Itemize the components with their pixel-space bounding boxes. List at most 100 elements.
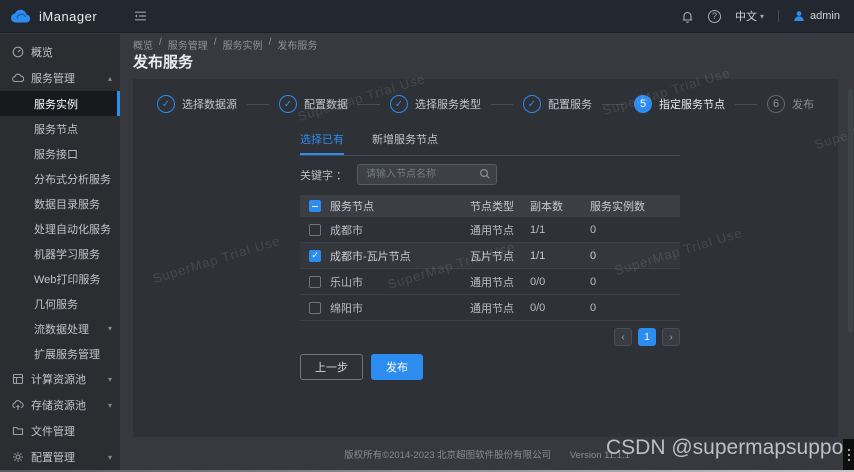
step-number: 5 (634, 95, 652, 113)
app-title: iManager (39, 9, 97, 24)
step-configure-data: 配置数据 (279, 95, 348, 113)
sidebar: 概览 服务管理 ▴ 服务实例 服务节点 服务接口 分布式分析服务 数据目录服务 … (0, 34, 120, 470)
breadcrumb-current: 发布服务 (277, 37, 317, 52)
col-node-type: 节点类型 (470, 198, 530, 214)
cloud-icon (12, 72, 24, 84)
sidebar-item-overview[interactable]: 概览 (0, 39, 120, 65)
publish-button[interactable]: 发布 (371, 354, 423, 380)
sidebar-item-stream-processing[interactable]: 流数据处理 ▾ (0, 316, 120, 341)
user-menu[interactable]: admin (793, 10, 840, 22)
step-configure-service: 配置服务 (523, 95, 592, 113)
corner-toolbar[interactable] (843, 439, 854, 470)
breadcrumb-service-instance[interactable]: 服务实例 (223, 37, 263, 52)
sidebar-item-data-catalog[interactable]: 数据目录服务 (0, 191, 120, 216)
chevron-down-icon: ▾ (108, 401, 112, 410)
collapse-menu-icon[interactable] (134, 10, 147, 22)
step-select-datasource: 选择数据源 (157, 95, 237, 113)
user-icon (793, 10, 805, 22)
prev-page-icon[interactable]: ‹ (614, 328, 632, 346)
sidebar-item-storage-pool[interactable]: 存储资源池 ▾ (0, 392, 120, 418)
col-instances: 服务实例数 (590, 198, 680, 214)
node-search-input[interactable] (357, 164, 497, 185)
table-row[interactable]: 成都市 通用节点 1/1 0 (300, 217, 680, 243)
search-icon[interactable] (479, 168, 491, 180)
sidebar-item-service-interface[interactable]: 服务接口 (0, 141, 120, 166)
chevron-down-icon: ▾ (108, 375, 112, 384)
sidebar-item-config-management[interactable]: 配置管理 ▾ (0, 444, 120, 470)
step-connector (602, 104, 624, 105)
chevron-up-icon: ▴ (108, 74, 112, 83)
help-icon[interactable]: ? (708, 10, 721, 23)
page-title: 发布服务 (133, 51, 193, 72)
table-header: 服务节点 节点类型 副本数 服务实例数 (300, 195, 680, 217)
wizard-stepper: 选择数据源 配置数据 选择服务类型 配置服务 5 指定服务节点 6 发布 (157, 95, 814, 113)
gauge-icon (12, 46, 24, 58)
sidebar-item-web-print[interactable]: Web打印服务 (0, 266, 120, 291)
version-text: Version 11.1.1 (570, 450, 630, 461)
step-number: 6 (767, 95, 785, 113)
step-connector (358, 104, 380, 105)
step-select-service-type: 选择服务类型 (390, 95, 481, 113)
sidebar-item-extended-service[interactable]: 扩展服务管理 (0, 341, 120, 366)
notification-icon[interactable] (681, 10, 694, 23)
footer: 版权所有©2014-2023 北京超图软件股份有限公司 Version 11.1… (120, 447, 854, 461)
storage-cloud-icon (12, 399, 24, 411)
step-connector (735, 104, 757, 105)
cloud-logo-icon (10, 9, 32, 24)
app-logo: iManager (0, 9, 120, 24)
pagination: ‹ 1 › (300, 328, 680, 346)
vertical-scrollbar[interactable] (848, 88, 853, 333)
step-publish: 6 发布 (767, 95, 814, 113)
sidebar-item-processing-automation[interactable]: 处理自动化服务 (0, 216, 120, 241)
sidebar-item-geometry-service[interactable]: 几何服务 (0, 291, 120, 316)
sidebar-item-file-management[interactable]: 文件管理 (0, 418, 120, 444)
sidebar-item-compute-pool[interactable]: 计算资源池 ▾ (0, 366, 120, 392)
check-icon (523, 95, 541, 113)
sidebar-item-service-instance[interactable]: 服务实例 (0, 91, 120, 116)
check-icon (157, 95, 175, 113)
breadcrumb-service-management[interactable]: 服务管理 (168, 37, 208, 52)
page-number[interactable]: 1 (638, 328, 656, 346)
username: admin (810, 10, 840, 22)
select-all-checkbox[interactable] (309, 200, 321, 212)
step-connector (491, 104, 513, 105)
step-specify-node: 5 指定服务节点 (634, 95, 725, 113)
row-checkbox[interactable] (309, 302, 321, 314)
sidebar-item-machine-learning[interactable]: 机器学习服务 (0, 241, 120, 266)
breadcrumb-separator: / (214, 37, 217, 52)
table-row[interactable]: 乐山市 通用节点 0/0 0 (300, 269, 680, 295)
language-label: 中文 (735, 8, 757, 24)
previous-step-button[interactable]: 上一步 (300, 354, 363, 380)
check-icon (279, 95, 297, 113)
chevron-down-icon: ▾ (760, 12, 764, 21)
top-bar: iManager ? 中文 ▾ admin (0, 0, 854, 33)
keyword-label: 关键字 ： (300, 167, 347, 183)
breadcrumb-overview[interactable]: 概览 (133, 37, 153, 52)
tab-select-existing[interactable]: 选择已有 (300, 131, 344, 155)
breadcrumb-separator: / (269, 37, 272, 52)
row-checkbox[interactable] (309, 276, 321, 288)
breadcrumb: 概览 / 服务管理 / 服务实例 / 发布服务 (133, 37, 317, 52)
breadcrumb-separator: / (159, 37, 162, 52)
table-row[interactable]: 成都市-瓦片节点 瓦片节点 1/1 0 (300, 243, 680, 269)
node-table: 服务节点 节点类型 副本数 服务实例数 成都市 通用节点 1/1 0 成都市-瓦… (300, 195, 680, 321)
wizard-panel: 选择数据源 配置数据 选择服务类型 配置服务 5 指定服务节点 6 发布 选择 (133, 79, 838, 437)
tab-add-service-node[interactable]: 新增服务节点 (372, 131, 438, 155)
table-row[interactable]: 绵阳市 通用节点 0/0 0 (300, 295, 680, 321)
copyright-text: 版权所有©2014-2023 北京超图软件股份有限公司 (344, 450, 551, 461)
step-connector (247, 104, 269, 105)
node-tabs: 选择已有 新增服务节点 (300, 131, 680, 156)
sidebar-item-distributed-analysis[interactable]: 分布式分析服务 (0, 166, 120, 191)
language-selector[interactable]: 中文 ▾ (735, 8, 764, 24)
divider (778, 10, 779, 22)
row-checkbox[interactable] (309, 224, 321, 236)
sidebar-item-service-node[interactable]: 服务节点 (0, 116, 120, 141)
next-page-icon[interactable]: › (662, 328, 680, 346)
folder-icon (12, 425, 24, 437)
check-icon (390, 95, 408, 113)
col-replicas: 副本数 (530, 198, 590, 214)
chevron-down-icon: ▾ (108, 453, 112, 462)
compute-grid-icon (12, 373, 24, 385)
sidebar-item-service-management[interactable]: 服务管理 ▴ (0, 65, 120, 91)
row-checkbox[interactable] (309, 250, 321, 262)
